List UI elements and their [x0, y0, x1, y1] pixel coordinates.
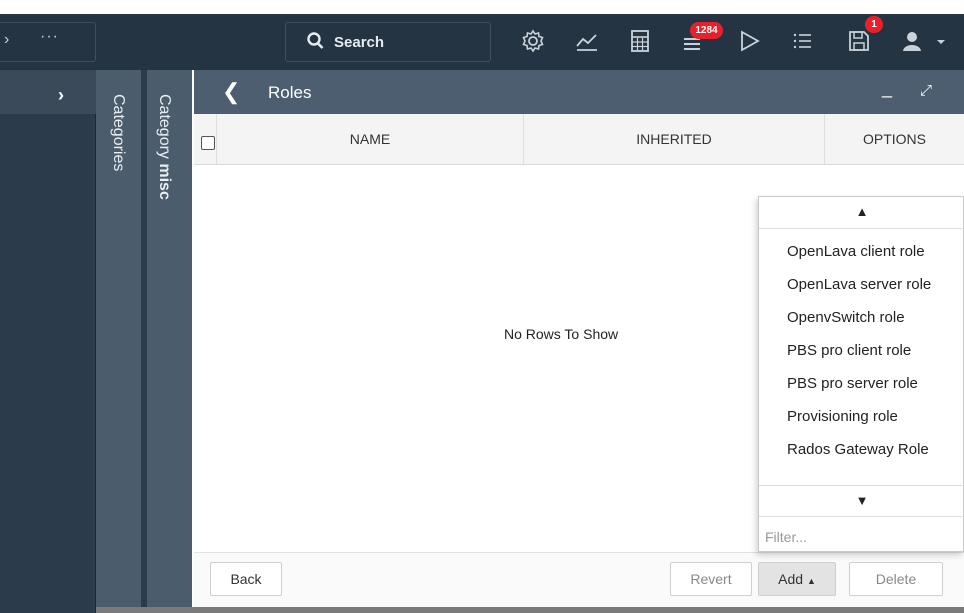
role-option[interactable]: Provisioning role — [787, 408, 898, 425]
list-icon[interactable] — [790, 28, 816, 54]
user-account-icon[interactable] — [900, 28, 926, 54]
search-icon — [307, 32, 324, 49]
column-header-options[interactable]: OPTIONS — [825, 114, 964, 164]
add-role-dropdown: ▲ OpenLava client role OpenLava server r… — [758, 196, 964, 552]
window-title: Roles — [268, 83, 312, 102]
notifications-badge: 1284 — [690, 22, 723, 39]
settings-gear-icon[interactable] — [520, 28, 546, 54]
caret-up-icon: ▲ — [806, 576, 816, 586]
tab-category-label: Category misc — [155, 94, 173, 200]
play-icon[interactable] — [736, 28, 762, 54]
tab-category-misc[interactable]: Category misc — [147, 70, 192, 613]
forward-arrow-icon[interactable]: › — [4, 31, 9, 49]
column-header-inherited[interactable]: INHERITED — [524, 114, 825, 164]
tab-category-name: misc — [156, 163, 173, 200]
delete-button[interactable]: Delete — [849, 562, 943, 596]
column-header-name[interactable]: NAME — [216, 114, 524, 164]
scroll-up-button[interactable]: ▲ — [759, 197, 964, 229]
role-option[interactable]: OpenLava server role — [787, 276, 931, 293]
top-edge — [0, 0, 964, 14]
tab-category-prefix: Category — [156, 94, 173, 164]
save-badge: 1 — [865, 16, 883, 33]
left-sidebar-header — [0, 70, 96, 114]
scroll-down-button[interactable]: ▼ — [759, 485, 964, 517]
calculator-icon[interactable] — [627, 28, 653, 54]
role-option[interactable]: OpenLava client role — [787, 243, 925, 260]
role-option[interactable]: PBS pro server role — [787, 375, 918, 392]
minimize-icon[interactable]: _ — [882, 78, 892, 99]
scroll-up-arrow-icon: ▲ — [855, 204, 869, 219]
empty-table-message: No Rows To Show — [504, 326, 619, 342]
search-label: Search — [334, 34, 385, 51]
tab-categories[interactable]: Categories — [96, 70, 141, 613]
select-all-checkbox[interactable] — [201, 136, 215, 150]
bottom-scrollbar[interactable] — [96, 607, 964, 613]
scroll-down-arrow-icon: ▼ — [855, 493, 869, 508]
more-options-icon[interactable]: ··· — [40, 28, 59, 46]
role-option[interactable]: PBS pro client role — [787, 342, 911, 359]
revert-button[interactable]: Revert — [670, 562, 752, 596]
back-chevron-icon[interactable]: ❮ — [222, 79, 240, 105]
expand-chevron-icon[interactable]: › — [58, 85, 64, 106]
monitoring-chart-icon[interactable] — [574, 28, 600, 54]
role-option[interactable]: Rados Gateway Role — [787, 441, 929, 458]
left-sidebar: › — [0, 70, 96, 613]
role-option[interactable]: OpenvSwitch role — [787, 309, 905, 326]
back-button[interactable]: Back — [210, 562, 282, 596]
add-button-label: Add — [778, 571, 804, 587]
search-button[interactable]: Search — [285, 22, 491, 62]
save-floppy-icon[interactable] — [846, 28, 872, 54]
window-header: ❮ Roles _ ⤢ — [194, 70, 964, 114]
caret-down-icon[interactable] — [934, 28, 948, 54]
filter-input[interactable] — [763, 523, 961, 551]
maximize-icon[interactable]: ⤢ — [920, 82, 932, 99]
add-button[interactable]: Add ▲ — [758, 562, 836, 596]
tab-categories-label: Categories — [110, 94, 127, 172]
